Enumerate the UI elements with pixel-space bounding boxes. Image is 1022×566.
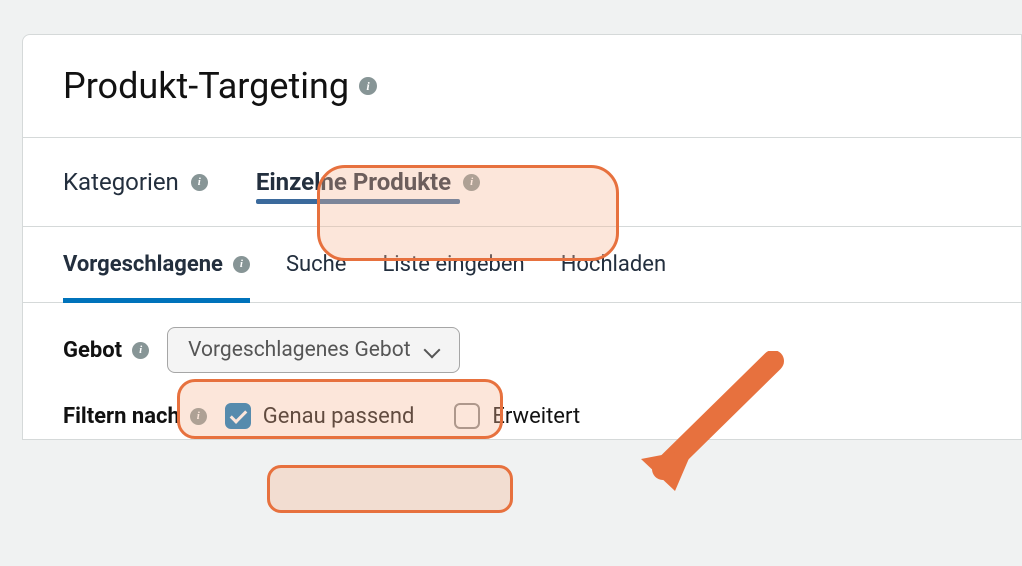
heading-row: Produkt-Targeting i [23,35,1021,137]
checkbox-exact-match[interactable]: Genau passend [225,403,415,429]
subtab-label: Liste eingeben [382,252,524,277]
product-targeting-panel: Produkt-Targeting i Kategorien i Einzeln… [22,34,1022,440]
secondary-tabs: Vorgeschlagene i Suche Liste eingeben Ho… [23,227,1021,303]
subtab-label: Vorgeschlagene [63,252,223,277]
page-title: Produkt-Targeting i [63,65,981,107]
primary-tabs: Kategorien i Einzelne Produkte i [23,137,1021,227]
subtab-search[interactable]: Suche [286,246,347,283]
tab-label: Kategorien [63,168,179,196]
bid-row: Gebot i Vorgeschlagenes Gebot [63,327,981,373]
checkbox-input[interactable] [225,403,251,429]
checkbox-expanded[interactable]: Erweitert [454,403,580,429]
tab-categories[interactable]: Kategorien i [63,162,208,202]
checkbox-input[interactable] [454,403,480,429]
highlight-exact-checkbox [267,465,513,513]
info-icon[interactable]: i [463,174,480,191]
active-underline [256,199,460,204]
info-icon[interactable]: i [191,174,208,191]
dropdown-value: Vorgeschlagenes Gebot [188,338,410,362]
subtab-label: Suche [286,252,347,277]
checkbox-label: Genau passend [263,404,415,429]
subtab-enter-list[interactable]: Liste eingeben [382,246,524,283]
info-icon[interactable]: i [132,342,149,359]
filter-section: Gebot i Vorgeschlagenes Gebot Filtern na… [23,303,1021,439]
info-icon[interactable]: i [233,256,250,273]
filter-label-text: Filtern nach [63,404,180,429]
bid-label-text: Gebot [63,338,122,363]
subtab-label: Hochladen [561,252,666,277]
filter-by-row: Filtern nach i Genau passend Erweitert [63,403,981,429]
chevron-down-icon [425,343,439,357]
checkbox-group: Genau passend Erweitert [225,403,580,429]
tab-individual-products[interactable]: Einzelne Produkte i [256,162,480,202]
info-icon[interactable]: i [190,408,207,425]
bid-label: Gebot i [63,338,149,363]
filter-label: Filtern nach i [63,404,207,429]
info-icon[interactable]: i [359,77,377,95]
subtab-upload[interactable]: Hochladen [561,246,666,283]
checkbox-label: Erweitert [492,404,580,429]
heading-text: Produkt-Targeting [63,65,349,107]
bid-dropdown[interactable]: Vorgeschlagenes Gebot [167,327,459,373]
subtab-suggested[interactable]: Vorgeschlagene i [63,246,250,283]
tab-label: Einzelne Produkte [256,168,451,196]
